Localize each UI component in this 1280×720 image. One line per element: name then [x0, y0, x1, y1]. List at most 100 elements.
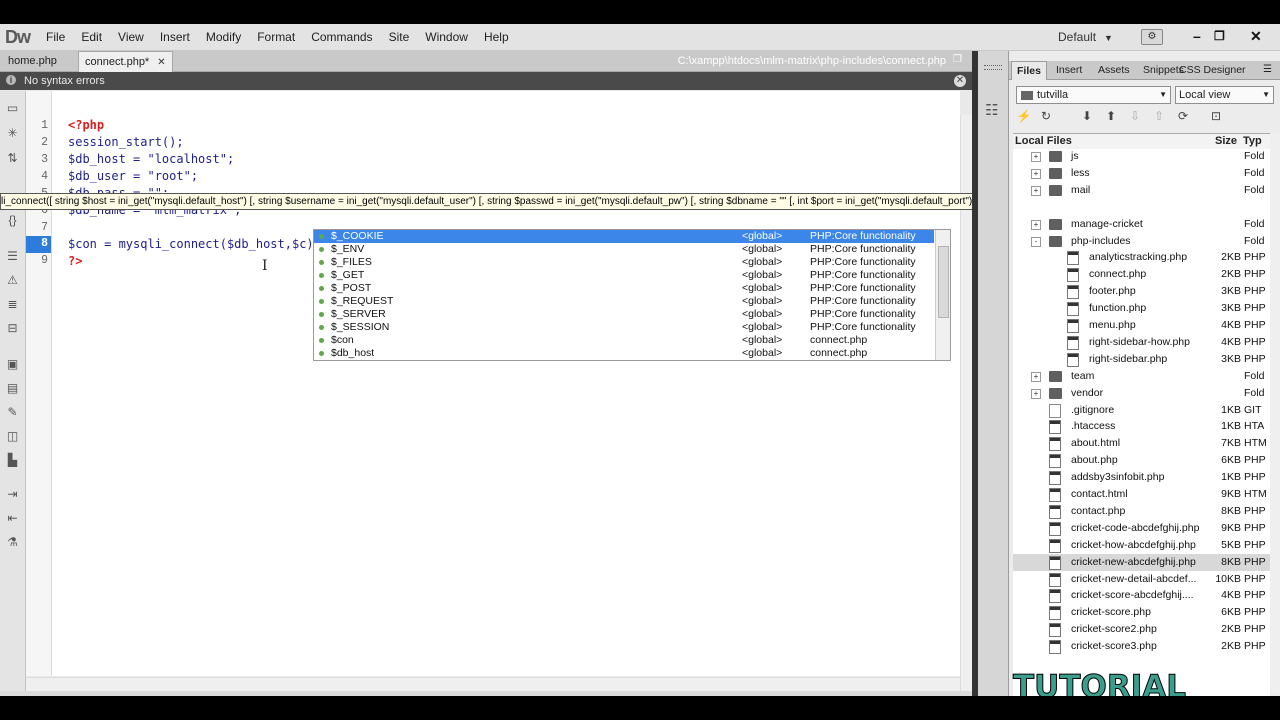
- autocomplete-scrollbar[interactable]: [935, 230, 950, 360]
- panel-menu-icon[interactable]: ☰: [1263, 64, 1272, 75]
- folder-row[interactable]: + manage-cricket Fold: [1013, 216, 1270, 233]
- file-row[interactable]: right-sidebar.php 3KB PHP: [1013, 351, 1270, 368]
- scroll-thumb[interactable]: [938, 246, 949, 318]
- move-css-icon[interactable]: ▙: [5, 453, 20, 468]
- file-row[interactable]: cricket-new-detail-abcdef... 10KB PHP: [1013, 571, 1270, 588]
- file-row[interactable]: cricket-score.php 6KB PHP: [1013, 604, 1270, 621]
- tab-assets[interactable]: Assets: [1093, 61, 1135, 79]
- file-row[interactable]: cricket-how-abcdefghij.php 5KB PHP: [1013, 537, 1270, 554]
- expand-icon[interactable]: +: [1031, 371, 1041, 382]
- site-select[interactable]: tutvilla ▼: [1016, 86, 1171, 104]
- file-row[interactable]: .gitignore 1KB GIT: [1013, 402, 1270, 419]
- collapse-tag-icon[interactable]: ✳: [5, 126, 20, 141]
- menu-insert[interactable]: Insert: [152, 24, 198, 50]
- file-row[interactable]: menu.php 4KB PHP: [1013, 317, 1270, 334]
- autocomplete-item[interactable]: $_REQUEST <global> PHP:Core functionality: [314, 295, 934, 308]
- close-window-icon[interactable]: ✕: [1250, 24, 1262, 48]
- menu-help[interactable]: Help: [476, 24, 517, 50]
- collapse-icon[interactable]: -: [1031, 236, 1041, 247]
- files-scrollbar[interactable]: [1270, 133, 1280, 693]
- folder-row[interactable]: + mail Fold: [1013, 182, 1270, 199]
- menu-view[interactable]: View: [110, 24, 152, 50]
- expand-icon[interactable]: +: [1031, 388, 1041, 399]
- file-row[interactable]: cricket-score-abcdefghij.... 4KB PHP: [1013, 587, 1270, 604]
- get-files-icon[interactable]: ⬇: [1079, 108, 1095, 124]
- menu-edit[interactable]: Edit: [73, 24, 110, 50]
- expand-icon[interactable]: +: [1031, 168, 1041, 179]
- file-row[interactable]: addsby3sinfobit.php 1KB PHP: [1013, 469, 1270, 486]
- wrap-tag-icon[interactable]: ✎: [5, 405, 20, 420]
- file-row[interactable]: about.html 7KB HTM: [1013, 435, 1270, 452]
- expand-panel-icon[interactable]: ⊡: [1208, 108, 1224, 124]
- file-row[interactable]: right-sidebar-how.php 4KB PHP: [1013, 334, 1270, 351]
- autocomplete-item[interactable]: $_COOKIE <global> PHP:Core functionality: [314, 230, 934, 243]
- outdent-icon[interactable]: ⇤: [5, 511, 20, 526]
- autocomplete-item[interactable]: $_SESSION <global> PHP:Core functionality: [314, 321, 934, 334]
- collapse-selection-icon[interactable]: ⇅: [5, 151, 20, 166]
- file-row[interactable]: .htaccess 1KB HTA: [1013, 418, 1270, 435]
- panel-group-icon[interactable]: ☷: [985, 101, 998, 119]
- folder-row[interactable]: + less Fold: [1013, 165, 1270, 182]
- tab-insert[interactable]: Insert: [1051, 61, 1087, 79]
- close-tab-icon[interactable]: ✕: [157, 57, 165, 68]
- file-row[interactable]: connect.php 2KB PHP: [1013, 266, 1270, 283]
- file-row[interactable]: cricket-code-abcdefghij.php 9KB PHP: [1013, 520, 1270, 537]
- connect-icon[interactable]: ⚡: [1016, 108, 1032, 124]
- expand-icon[interactable]: +: [1031, 219, 1041, 230]
- menu-commands[interactable]: Commands: [303, 24, 380, 50]
- open-documents-icon[interactable]: ▭: [5, 101, 20, 116]
- apply-comment-icon[interactable]: ▣: [5, 357, 20, 372]
- file-row[interactable]: cricket-new-abcdefghij.php 8KB PHP: [1013, 553, 1270, 571]
- autocomplete-item[interactable]: $_POST <global> PHP:Core functionality: [314, 282, 934, 295]
- check-out-icon[interactable]: ⇩: [1127, 108, 1143, 124]
- expand-icon[interactable]: +: [1031, 152, 1041, 162]
- restore-icon[interactable]: ❐: [1214, 24, 1225, 48]
- file-row[interactable]: analyticstracking.php 2KB PHP: [1013, 249, 1270, 266]
- synchronize-icon[interactable]: ⟳: [1175, 108, 1191, 124]
- auto-indent-icon[interactable]: ⊟: [5, 321, 20, 336]
- minimize-icon[interactable]: –: [1193, 24, 1201, 48]
- file-row[interactable]: contact.php 8KB PHP: [1013, 503, 1270, 520]
- view-select[interactable]: Local view ▼: [1175, 86, 1274, 104]
- menu-modify[interactable]: Modify: [198, 24, 249, 50]
- line-numbers-icon[interactable]: ☰: [5, 249, 20, 264]
- tab-css-designer[interactable]: CSS Designer: [1174, 61, 1251, 79]
- autocomplete-popup[interactable]: $_COOKIE <global> PHP:Core functionality $…: [313, 229, 951, 361]
- folder-row[interactable]: - php-includes Fold: [1013, 233, 1270, 250]
- check-in-icon[interactable]: ⇧: [1151, 108, 1167, 124]
- folder-row[interactable]: + team Fold: [1013, 368, 1270, 385]
- file-row[interactable]: cricket-score2.php 2KB PHP: [1013, 621, 1270, 638]
- menu-format[interactable]: Format: [249, 24, 303, 50]
- sync-settings-icon[interactable]: ⚙: [1141, 29, 1163, 45]
- file-row[interactable]: about.php 6KB PHP: [1013, 452, 1270, 469]
- column-size[interactable]: Size: [1215, 134, 1237, 149]
- autocomplete-item[interactable]: $_GET <global> PHP:Core functionality: [314, 269, 934, 282]
- autocomplete-item[interactable]: $con <global> connect.php: [314, 334, 934, 347]
- column-local-files[interactable]: Local Files: [1015, 134, 1072, 149]
- autocomplete-item[interactable]: $_FILES <global> PHP:Core functionality: [314, 256, 934, 269]
- expand-all-icon[interactable]: {}: [5, 213, 20, 228]
- refresh-icon[interactable]: ↻: [1038, 108, 1054, 124]
- menu-file[interactable]: File: [38, 24, 73, 50]
- highlight-invalid-icon[interactable]: ⚠: [5, 273, 20, 288]
- autocomplete-item[interactable]: $_ENV <global> PHP:Core functionality: [314, 243, 934, 256]
- file-row[interactable]: contact.html 9KB HTM: [1013, 486, 1270, 503]
- recent-snippets-icon[interactable]: ◫: [5, 429, 20, 444]
- expand-icon[interactable]: +: [1031, 185, 1041, 196]
- indent-icon[interactable]: ⇥: [5, 487, 20, 502]
- close-icon[interactable]: ✕: [954, 75, 966, 87]
- folder-row[interactable]: + vendor Fold: [1013, 385, 1270, 402]
- file-row[interactable]: function.php 3KB PHP: [1013, 300, 1270, 317]
- file-row[interactable]: cricket-score3.php 2KB PHP: [1013, 638, 1270, 655]
- restore-doc-icon[interactable]: ❐: [953, 54, 962, 65]
- tab-files[interactable]: Files: [1011, 61, 1047, 80]
- menu-site[interactable]: Site: [381, 24, 418, 50]
- folder-row[interactable]: + js Fold: [1013, 149, 1270, 165]
- autocomplete-item[interactable]: $db_host <global> connect.php: [314, 347, 934, 360]
- autocomplete-item[interactable]: $_SERVER <global> PHP:Core functionality: [314, 308, 934, 321]
- editor-horizontal-scrollbar[interactable]: [26, 677, 960, 692]
- remove-comment-icon[interactable]: ▤: [5, 381, 20, 396]
- syntax-coloring-icon[interactable]: ≣: [5, 297, 20, 312]
- put-files-icon[interactable]: ⬆: [1103, 108, 1119, 124]
- format-source-icon[interactable]: ⚗: [5, 535, 20, 550]
